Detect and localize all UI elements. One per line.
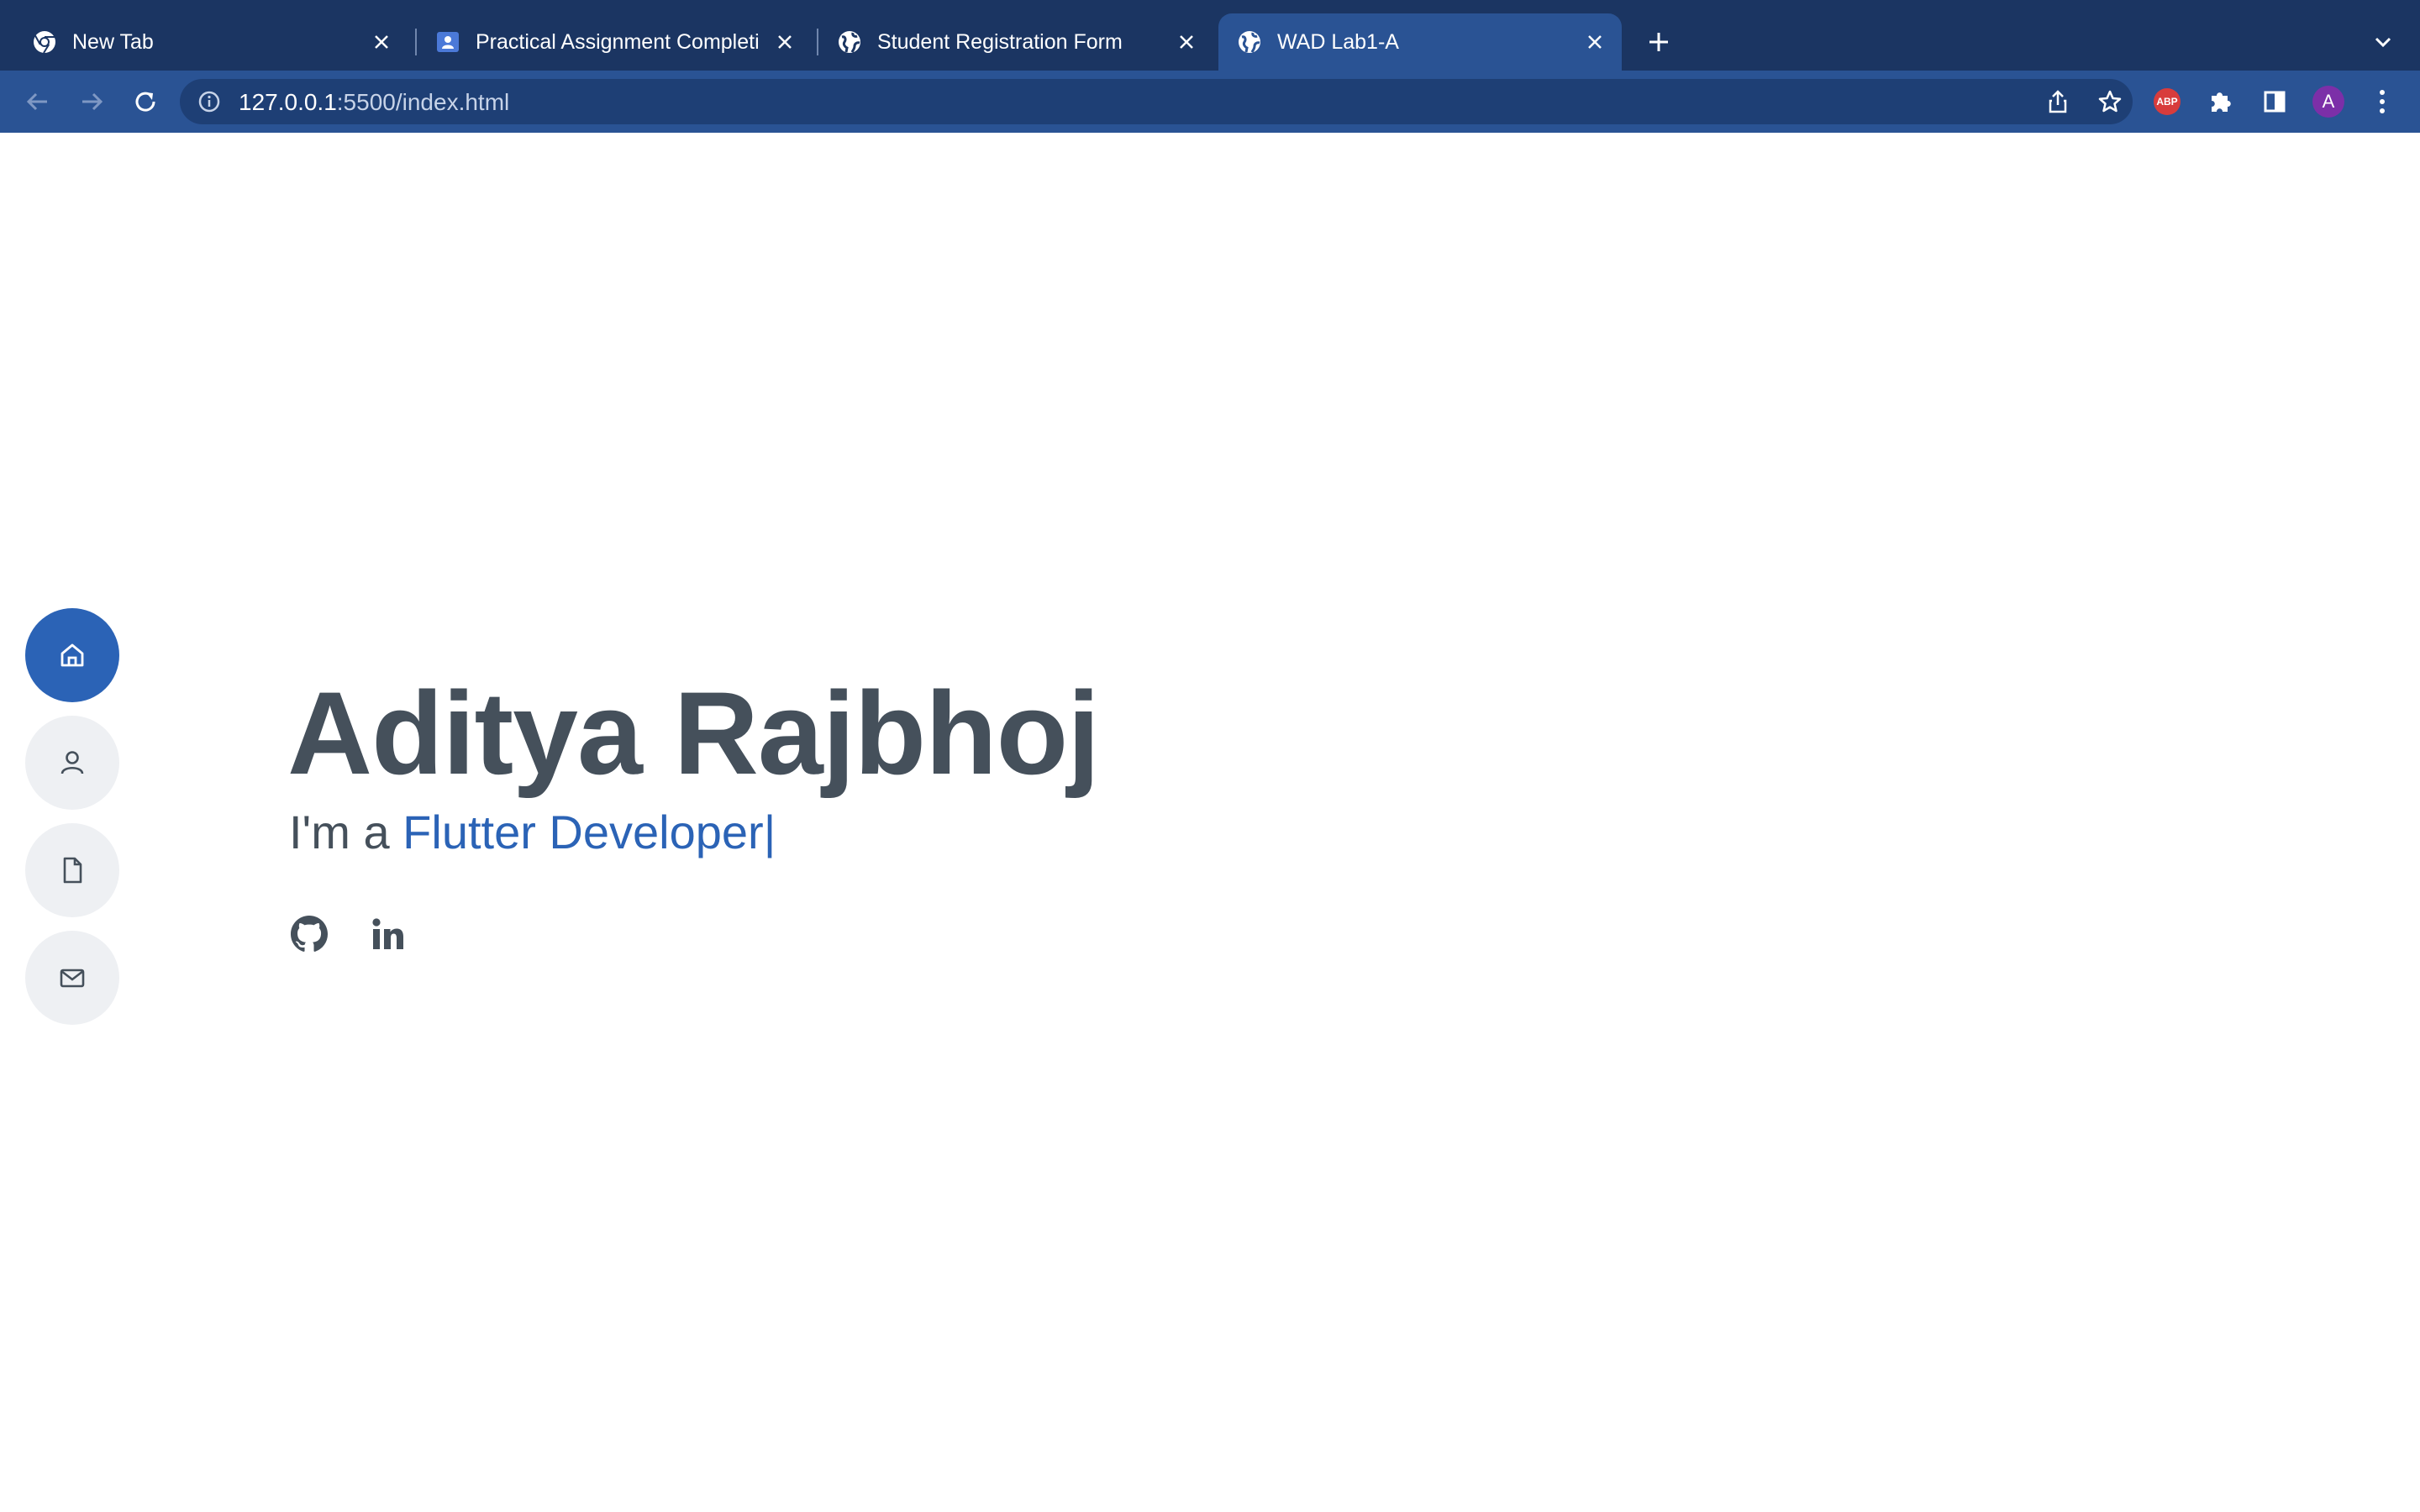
mail-icon — [60, 969, 85, 988]
tab-title: Student Registration Form — [877, 29, 1123, 54]
plus-icon — [1649, 33, 1668, 51]
avatar: A — [2312, 86, 2344, 118]
typed-role: Flutter Developer — [402, 806, 764, 858]
forward-button[interactable] — [74, 84, 109, 119]
chevron-down-icon — [2375, 37, 2391, 48]
reload-icon — [135, 92, 155, 112]
address-bar[interactable]: 127.0.0.1:5500/index.html — [180, 79, 2133, 124]
puzzle-icon — [2212, 92, 2231, 112]
tab-title: New Tab — [72, 29, 154, 54]
side-navigation — [25, 608, 119, 1038]
linkedin-link[interactable] — [368, 914, 408, 954]
url-text[interactable]: 127.0.0.1:5500/index.html — [239, 89, 509, 116]
nav-contact[interactable] — [25, 931, 119, 1025]
tab-student-registration[interactable]: Student Registration Form — [818, 13, 1213, 71]
page-content: Aditya Rajbhoj I'm a Flutter Developer| — [0, 133, 2420, 1512]
file-icon — [63, 857, 82, 884]
tab-strip: New Tab Practical Assignment Completi St… — [0, 0, 2420, 77]
tab-practical-assignment[interactable]: Practical Assignment Completi — [417, 13, 812, 71]
url-path: :5500/index.html — [336, 89, 510, 115]
github-icon — [291, 916, 328, 952]
arrow-right-icon — [82, 92, 103, 111]
adblock-icon: ABP — [2154, 88, 2181, 115]
hero-name: Aditya Rajbhoj — [287, 667, 1100, 799]
browser-toolbar: 127.0.0.1:5500/index.html ABP A — [0, 71, 2420, 133]
share-icon[interactable] — [2044, 87, 2072, 116]
new-tab-button[interactable] — [1640, 24, 1677, 60]
profile-button[interactable]: A — [2311, 84, 2346, 119]
extensions-button[interactable] — [2203, 84, 2238, 119]
hero-subtitle: I'm a Flutter Developer| — [289, 805, 776, 859]
url-host: 127.0.0.1 — [239, 89, 337, 115]
side-panel-icon — [2264, 91, 2286, 113]
kebab-menu-icon — [2380, 90, 2385, 113]
linkedin-icon — [372, 918, 403, 949]
nav-about[interactable] — [25, 716, 119, 810]
adblock-extension-button[interactable]: ABP — [2149, 84, 2185, 119]
info-icon[interactable] — [197, 89, 222, 114]
tab-title: WAD Lab1-A — [1277, 29, 1399, 54]
chrome-icon — [32, 29, 57, 55]
nav-resume[interactable] — [25, 823, 119, 917]
star-icon[interactable] — [2096, 87, 2124, 116]
tab-wad-lab[interactable]: WAD Lab1-A — [1218, 13, 1622, 71]
social-links — [289, 914, 408, 954]
typed-cursor: | — [763, 806, 776, 858]
home-icon — [60, 643, 84, 667]
classroom-icon — [435, 29, 460, 55]
reload-button[interactable] — [128, 84, 163, 119]
close-icon[interactable] — [770, 27, 800, 57]
close-icon[interactable] — [1171, 27, 1202, 57]
back-button[interactable] — [20, 84, 55, 119]
close-icon[interactable] — [1580, 27, 1610, 57]
globe-icon — [1237, 29, 1262, 55]
close-icon[interactable] — [366, 27, 397, 57]
tab-search-button[interactable] — [2366, 25, 2400, 59]
browser-menu-button[interactable] — [2365, 84, 2400, 119]
user-icon — [60, 751, 84, 774]
side-panel-button[interactable] — [2257, 84, 2292, 119]
arrow-left-icon — [26, 92, 47, 111]
nav-home[interactable] — [25, 608, 119, 702]
tab-title: Practical Assignment Completi — [476, 29, 760, 54]
globe-icon — [837, 29, 862, 55]
tab-new-tab[interactable]: New Tab — [13, 13, 408, 71]
github-link[interactable] — [289, 914, 329, 954]
hero-prefix: I'm a — [289, 806, 390, 858]
